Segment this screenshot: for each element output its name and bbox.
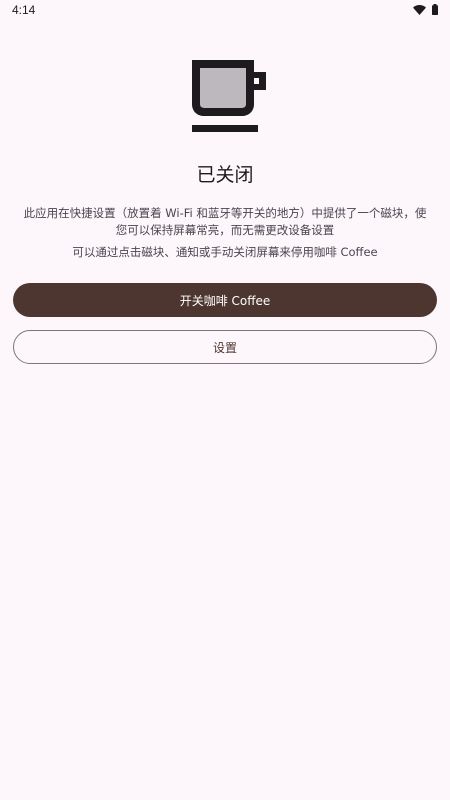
toggle-coffee-button[interactable]: 开关咖啡 Coffee [13, 283, 437, 317]
status-icons [413, 4, 438, 15]
description-text: 此应用在快捷设置（放置着 Wi-Fi 和蓝牙等开关的地方）中提供了一个磁块，使您… [23, 206, 427, 237]
status-title: 已关闭 [196, 164, 254, 186]
status-bar: 4:14 [0, 0, 450, 22]
wifi-icon [413, 4, 426, 15]
battery-icon [432, 4, 438, 15]
hint-text: 可以通过点击磁块、通知或手动关闭屏幕来停用咖啡 Coffee [72, 245, 378, 259]
coffee-cup-icon [192, 58, 268, 134]
status-time: 4:14 [12, 3, 36, 17]
settings-button[interactable]: 设置 [13, 330, 437, 364]
